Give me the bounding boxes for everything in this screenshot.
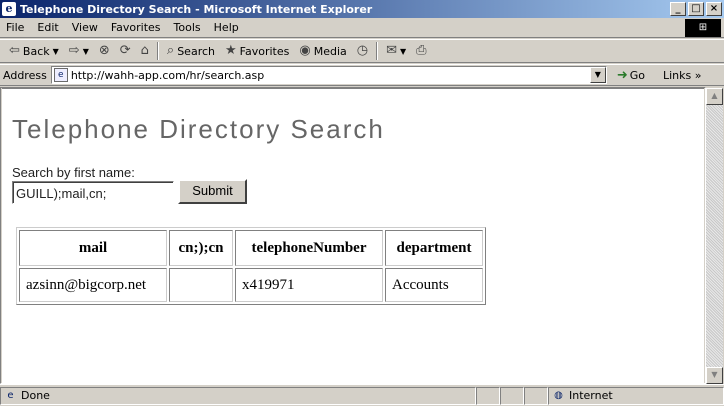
search-button[interactable]: ⌕ Search — [162, 41, 220, 61]
cell-department: Accounts — [385, 268, 483, 302]
status-text: Done — [21, 389, 50, 402]
mail-button[interactable]: ✉ ▼ — [381, 41, 411, 61]
security-zone-pane: ◍ Internet — [548, 386, 724, 405]
cell-cn — [169, 268, 233, 302]
print-icon: ⎙ — [416, 43, 427, 58]
status-text-pane: e Done — [0, 386, 476, 405]
home-icon: ⌂ — [140, 43, 149, 58]
refresh-icon: ⟳ — [119, 43, 131, 58]
submit-button[interactable]: Submit — [178, 179, 247, 204]
menu-bar: File Edit View Favorites Tools Help ⊞ — [0, 18, 724, 38]
refresh-button[interactable]: ⟳ — [115, 41, 136, 61]
first-name-input[interactable]: GUILL);mail,cn; — [12, 181, 174, 204]
favorites-icon: ★ — [225, 43, 237, 58]
back-label: Back — [22, 44, 50, 58]
results-table: mail cn;);cn telephoneNumber department … — [16, 227, 486, 305]
status-pane-empty — [500, 386, 524, 405]
menu-tools[interactable]: Tools — [168, 21, 208, 34]
toolbar-separator — [376, 42, 379, 60]
vertical-scrollbar[interactable]: ▲ ▼ — [706, 88, 723, 384]
favorites-button[interactable]: ★ Favorites — [220, 41, 294, 61]
address-label: Address — [3, 68, 47, 82]
windows-logo-icon: ⊞ — [685, 19, 721, 37]
mail-icon: ✉ — [386, 43, 397, 58]
column-header: telephoneNumber — [235, 230, 383, 266]
go-label: Go — [629, 68, 645, 82]
cell-telephone: x419971 — [235, 268, 383, 302]
stop-icon: ⊗ — [98, 43, 110, 58]
menu-help[interactable]: Help — [208, 21, 246, 34]
stop-button[interactable]: ⊗ — [94, 41, 115, 61]
column-header: department — [385, 230, 483, 266]
links-button[interactable]: Links » — [663, 69, 701, 82]
favorites-label: Favorites — [239, 44, 290, 58]
back-arrow-icon: ⇦ — [9, 43, 20, 58]
page-content: Telephone Directory Search Search by fir… — [2, 88, 704, 384]
media-label: Media — [313, 44, 347, 58]
go-arrow-icon: ➜ — [616, 67, 628, 83]
status-pane-empty — [524, 386, 548, 405]
menu-favorites[interactable]: Favorites — [105, 21, 168, 34]
minimize-button[interactable]: _ — [670, 2, 686, 16]
menu-view[interactable]: View — [66, 21, 105, 34]
close-button[interactable]: × — [706, 2, 722, 16]
ie-icon: e — [2, 2, 16, 16]
window-title: Telephone Directory Search - Microsoft I… — [20, 2, 373, 16]
table-row: azsinn@bigcorp.net x419971 Accounts — [19, 268, 483, 302]
address-input[interactable]: e http://wahh-app.com/hr/search.asp ▼ — [50, 66, 607, 84]
back-button[interactable]: ⇦ Back ▼ — [4, 41, 64, 61]
history-button[interactable]: ◷ — [352, 41, 373, 61]
table-header-row: mail cn;);cn telephoneNumber department — [19, 230, 483, 266]
toolbar-separator — [156, 42, 159, 60]
page-done-icon: e — [7, 390, 14, 401]
forward-arrow-icon: ⇨ — [68, 43, 80, 58]
maximize-button[interactable]: □ — [688, 2, 704, 16]
print-button[interactable]: ⎙ — [411, 41, 431, 61]
menu-edit[interactable]: Edit — [31, 21, 65, 34]
search-field-label: Search by first name: — [12, 165, 135, 180]
media-icon: ◉ — [299, 43, 311, 58]
window-titlebar[interactable]: e Telephone Directory Search - Microsoft… — [0, 0, 724, 18]
scroll-down-icon[interactable]: ▼ — [706, 367, 723, 384]
forward-button[interactable]: ⇨ ▼ — [64, 41, 94, 61]
address-url[interactable]: http://wahh-app.com/hr/search.asp — [71, 69, 264, 82]
zone-text: Internet — [569, 389, 613, 402]
status-pane-empty — [476, 386, 500, 405]
address-dropdown-icon[interactable]: ▼ — [589, 67, 606, 83]
page-title: Telephone Directory Search — [12, 114, 385, 144]
cell-mail: azsinn@bigcorp.net — [19, 268, 167, 302]
address-bar: Address e http://wahh-app.com/hr/search.… — [0, 64, 724, 86]
globe-icon: ◍ — [554, 390, 563, 401]
window-controls: _ □ × — [670, 2, 722, 16]
media-button[interactable]: ◉ Media — [294, 41, 351, 61]
status-bar: e Done ◍ Internet — [0, 384, 724, 406]
mail-dropdown-icon[interactable]: ▼ — [400, 47, 406, 56]
forward-dropdown-icon[interactable]: ▼ — [83, 47, 89, 56]
column-header: cn;);cn — [169, 230, 233, 266]
home-button[interactable]: ⌂ — [136, 41, 154, 61]
history-icon: ◷ — [356, 43, 369, 58]
menu-file[interactable]: File — [0, 21, 31, 34]
back-dropdown-icon[interactable]: ▼ — [53, 47, 59, 56]
standard-toolbar: ⇦ Back ▼ ⇨ ▼ ⊗ ⟳ ⌂ ⌕ Search ★ Favorites … — [0, 39, 724, 63]
page-icon: e — [53, 68, 68, 82]
search-label: Search — [177, 44, 215, 58]
go-button[interactable]: ➜ Go — [617, 68, 645, 83]
column-header: mail — [19, 230, 167, 266]
scroll-up-icon[interactable]: ▲ — [706, 88, 723, 105]
search-icon: ⌕ — [166, 43, 175, 58]
